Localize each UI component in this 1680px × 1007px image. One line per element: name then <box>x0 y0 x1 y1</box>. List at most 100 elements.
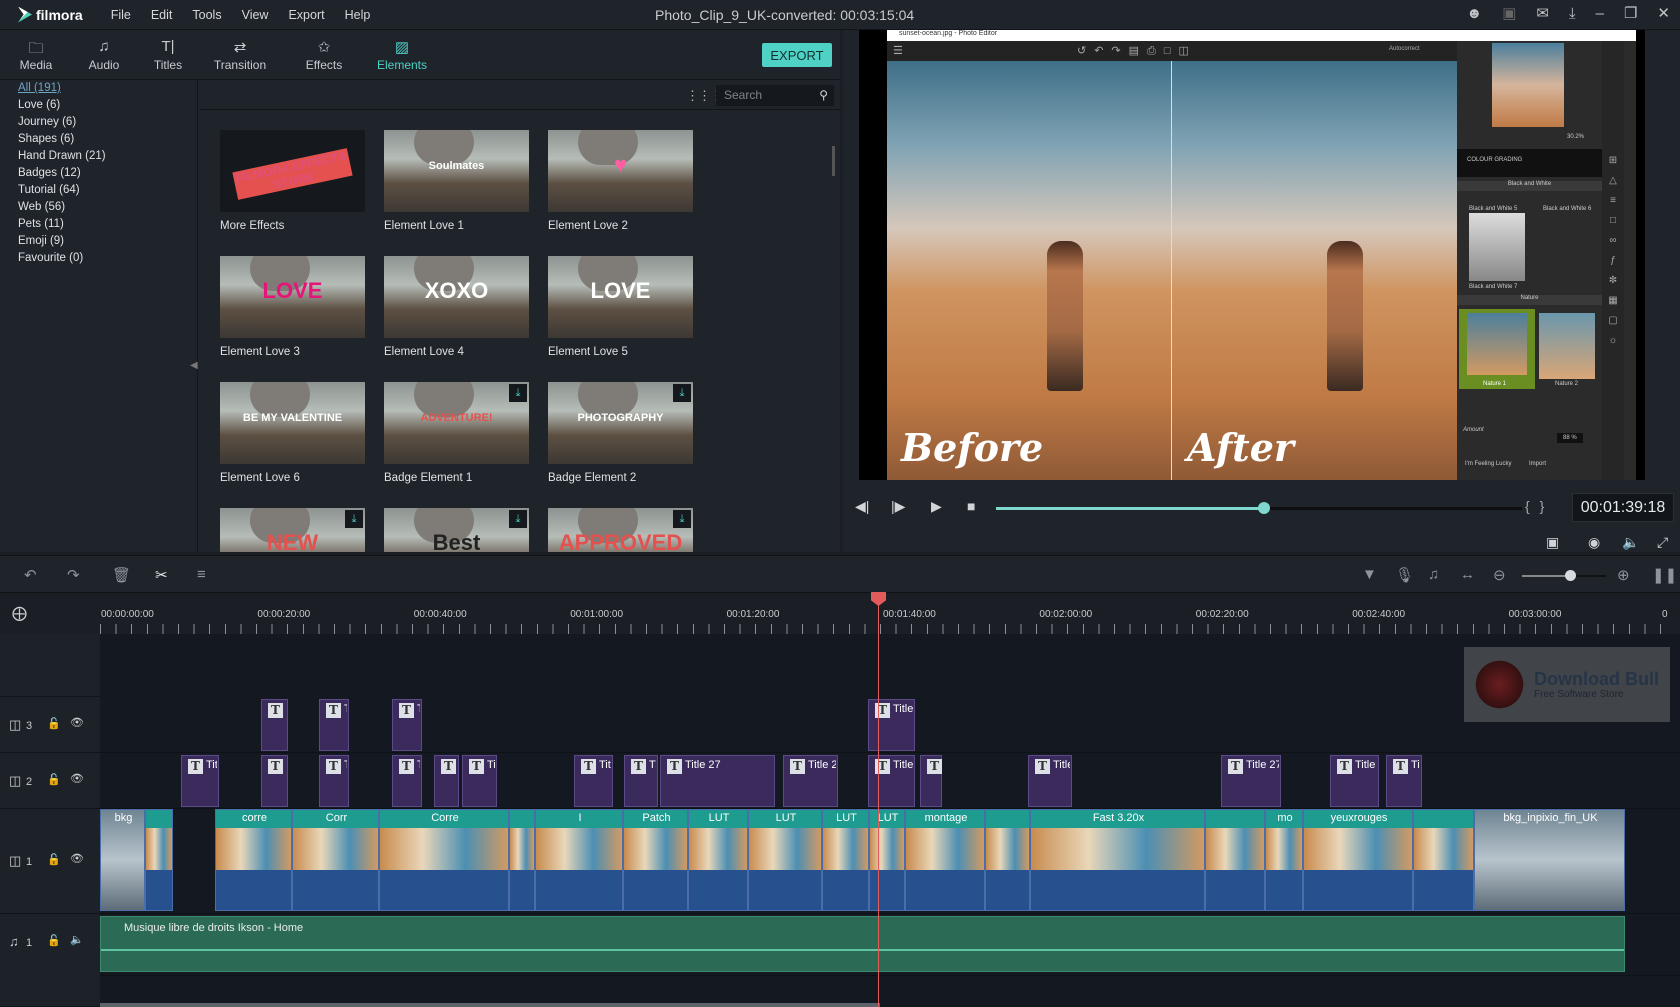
visibility-eye-icon[interactable]: 👁 <box>70 772 84 785</box>
element-thumbnail[interactable]: NEW ⤓ <box>220 508 365 552</box>
audio-mixer-icon[interactable]: ♫ <box>1428 566 1439 583</box>
element-item[interactable]: NEW ⤓ <box>220 508 365 552</box>
filter-nature1[interactable]: Nature 1 <box>1459 309 1535 389</box>
element-item[interactable]: ♥ Element Love 2 <box>548 130 693 232</box>
tab-effects[interactable]: ✩ Effects <box>288 30 360 79</box>
category-emoji[interactable]: Emoji (9) <box>0 235 197 252</box>
title-clip[interactable]: TT <box>319 755 349 807</box>
tab-transition[interactable]: ⇄ Transition <box>204 30 276 79</box>
lock-icon[interactable]: 🔓 <box>47 853 61 866</box>
minimize-button[interactable]: – <box>1596 5 1604 22</box>
title-clip[interactable]: TT <box>392 699 422 751</box>
marker-icon[interactable]: ▼ <box>1362 566 1377 583</box>
download-icon[interactable]: ⤓ <box>345 510 363 528</box>
volume-icon[interactable]: 🔈 <box>1622 534 1639 551</box>
timeline-scrollbar[interactable] <box>100 1003 880 1007</box>
filter-nature2[interactable] <box>1539 313 1595 379</box>
video-clip[interactable] <box>509 809 535 911</box>
grid-scrollbar[interactable] <box>832 146 835 176</box>
render-settings-icon[interactable]: ▣ <box>1546 534 1559 551</box>
lock-icon[interactable]: 🔓 <box>47 717 61 730</box>
title-clip[interactable]: T Title 2 <box>783 755 838 807</box>
video-clip[interactable]: bkg <box>100 809 145 911</box>
video-clip[interactable]: LUT <box>748 809 822 911</box>
save-icon[interactable]: ▣ <box>1502 4 1516 22</box>
menu-file[interactable]: File <box>101 8 141 22</box>
video-clip[interactable]: bkg_inpixio_fin_UK <box>1474 809 1625 911</box>
category-badges[interactable]: Badges (12) <box>0 167 197 184</box>
next-frame-icon[interactable]: |▶ <box>891 498 905 515</box>
feeling-lucky-button[interactable]: I'm Feeling Lucky <box>1465 461 1512 467</box>
element-thumbnail[interactable]: ADVENTURE! ⤓ <box>384 382 529 464</box>
title-clip[interactable]: TTitle <box>1028 755 1072 807</box>
visibility-eye-icon[interactable]: 👁 <box>70 716 84 729</box>
filter-bw6[interactable]: Black and White 6 <box>1543 206 1591 212</box>
element-item[interactable]: LOVE Element Love 3 <box>220 256 365 358</box>
category-all[interactable]: All (191) <box>0 82 197 99</box>
fit-timeline-icon[interactable]: ↔ <box>1460 566 1475 583</box>
title-clip[interactable]: TTitle <box>868 699 915 751</box>
title-clip[interactable]: TTitl <box>1386 755 1422 807</box>
add-track-icon[interactable]: ⨁ <box>12 604 27 622</box>
element-thumbnail[interactable]: BE MY VALENTINE <box>220 382 365 464</box>
element-item[interactable]: XOXO Element Love 4 <box>384 256 529 358</box>
category-shapes[interactable]: Shapes (6) <box>0 133 197 150</box>
title-clip[interactable]: T Title 27 <box>660 755 775 807</box>
menu-export[interactable]: Export <box>278 8 334 22</box>
download-icon[interactable]: ⤓ <box>509 510 527 528</box>
title-clip[interactable]: TT <box>392 755 422 807</box>
element-item[interactable]: ADVENTURE! ⤓ Badge Element 1 <box>384 382 529 484</box>
element-item[interactable]: BE MY VALENTINE Element Love 6 <box>220 382 365 484</box>
microphone-icon[interactable]: 🎙 <box>1395 566 1414 584</box>
import-button[interactable]: Import <box>1529 461 1546 467</box>
speaker-icon[interactable]: 🔈 <box>70 933 84 946</box>
mark-in-out-icon[interactable]: {} <box>1525 498 1554 514</box>
track-lane-video-2[interactable]: TTitlTTTTTTTTTiTTitlTTiTTitle 27TTitle 2… <box>100 753 1680 809</box>
amount-value[interactable]: 88 % <box>1557 433 1583 443</box>
element-thumbnail[interactable]: FILMORA EFFECTS STORE <box>220 130 365 212</box>
menu-view[interactable]: View <box>232 8 279 22</box>
video-clip[interactable]: LUT <box>822 809 869 911</box>
zoom-out-icon[interactable]: ⊖ <box>1493 566 1506 584</box>
element-thumbnail[interactable]: Soulmates <box>384 130 529 212</box>
element-thumbnail[interactable]: PHOTOGRAPHY ⤓ <box>548 382 693 464</box>
video-clip[interactable]: Patch <box>623 809 688 911</box>
category-love[interactable]: Love (6) <box>0 99 197 116</box>
scrubber-handle[interactable] <box>1258 502 1271 514</box>
element-item[interactable]: FILMORA EFFECTS STORE More Effects <box>220 130 365 232</box>
zoom-handle[interactable] <box>1565 570 1576 581</box>
video-clip[interactable]: mo <box>1265 809 1303 911</box>
cut-icon[interactable]: ✂ <box>155 566 168 584</box>
lock-icon[interactable]: 🔓 <box>47 934 61 947</box>
title-clip[interactable]: TT <box>261 755 288 807</box>
tab-elements[interactable]: ▨ Elements <box>366 30 438 79</box>
redo-icon[interactable]: ↷ <box>67 566 80 584</box>
title-clip[interactable]: TTitle <box>868 755 915 807</box>
visibility-eye-icon[interactable]: 👁 <box>70 852 84 865</box>
filter-bw7[interactable]: Black and White 7 <box>1469 284 1517 290</box>
restore-button[interactable]: ❐ <box>1624 4 1637 22</box>
element-thumbnail[interactable]: ♥ <box>548 130 693 212</box>
category-favourite[interactable]: Favourite (0) <box>0 252 197 269</box>
filter-bw7-thumb[interactable] <box>1469 213 1525 281</box>
video-clip[interactable]: Fast 3.20x <box>1030 809 1205 911</box>
category-tutorial[interactable]: Tutorial (64) <box>0 184 197 201</box>
account-icon[interactable]: ☻ <box>1466 5 1482 22</box>
menu-help[interactable]: Help <box>335 8 381 22</box>
track-lane-audio-1[interactable]: Musique libre de droits Ikson - Home <box>100 916 1680 976</box>
video-clip[interactable]: corre <box>215 809 292 911</box>
lock-icon[interactable]: 🔓 <box>47 773 61 786</box>
colour-grading-banner[interactable]: COLOUR GRADING <box>1457 149 1602 177</box>
category-journey[interactable]: Journey (6) <box>0 116 197 133</box>
section-nature[interactable]: Nature <box>1457 295 1602 305</box>
delete-icon[interactable]: 🗑 <box>112 566 131 584</box>
element-item[interactable]: Soulmates Element Love 1 <box>384 130 529 232</box>
tab-titles[interactable]: T| Titles <box>132 30 204 79</box>
title-clip[interactable]: TTitl <box>181 755 219 807</box>
video-clip[interactable]: I <box>535 809 623 911</box>
download-icon[interactable]: ⤓ <box>509 384 527 402</box>
menu-tools[interactable]: Tools <box>182 8 231 22</box>
timeline-ruler[interactable]: ⨁ 00:00:00:00 00:00:20:00 00:00:40:00 00:01… <box>0 594 1680 634</box>
title-clip[interactable]: T Title 27 <box>1221 755 1281 807</box>
previous-frame-icon[interactable]: ◀| <box>855 498 869 515</box>
